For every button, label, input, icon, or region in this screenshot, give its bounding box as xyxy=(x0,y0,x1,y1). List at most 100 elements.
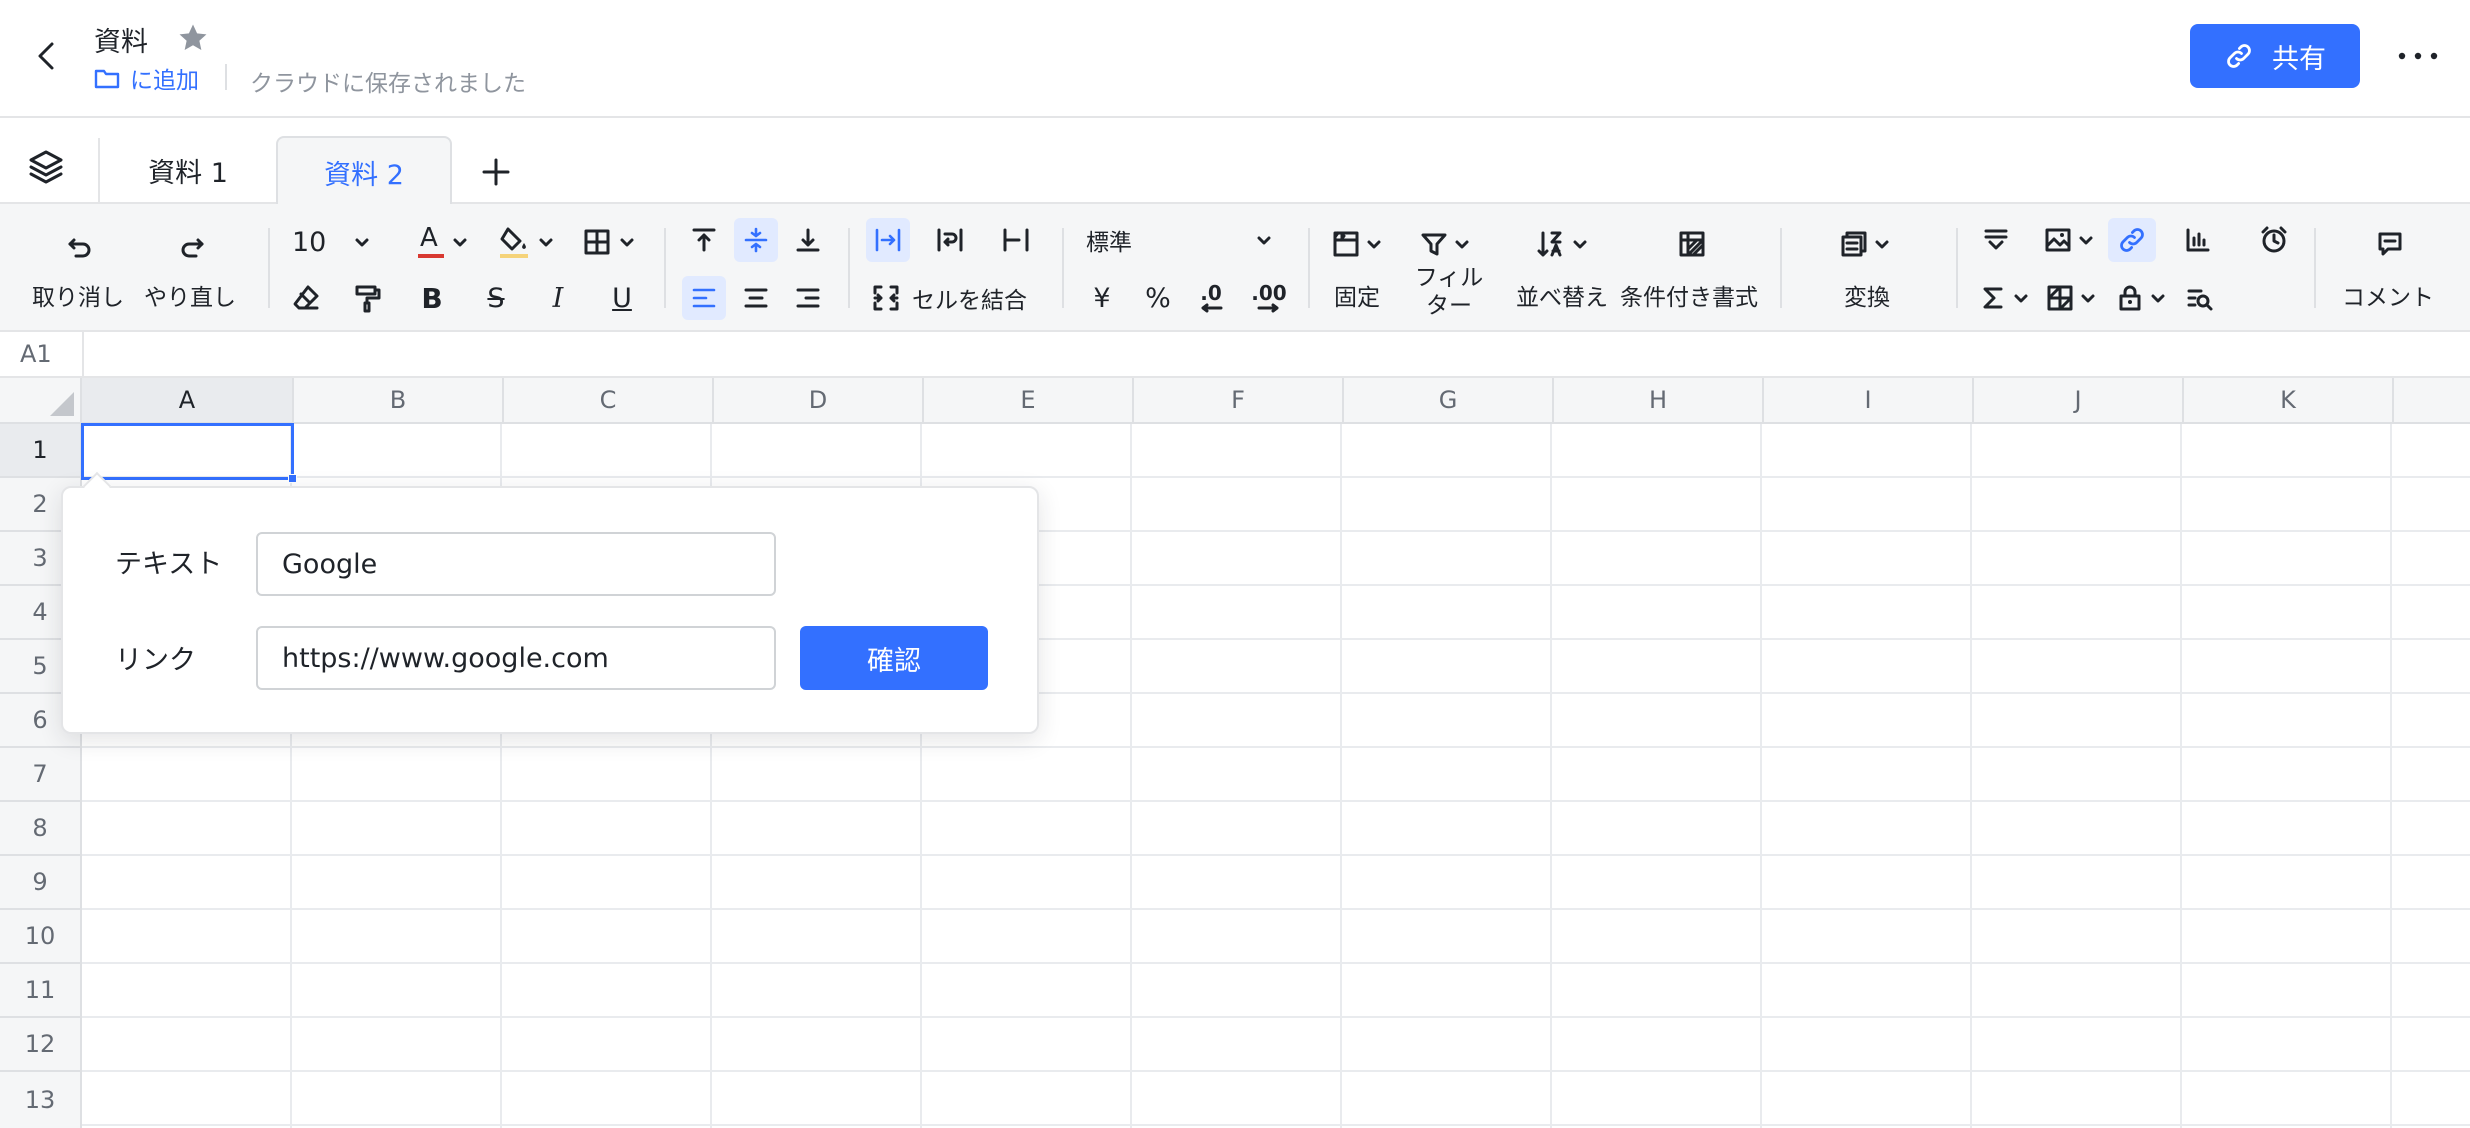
select-all-triangle-icon xyxy=(50,392,74,416)
row-header-10[interactable]: 10 xyxy=(0,910,82,964)
cell-style-button[interactable] xyxy=(2040,276,2104,320)
column-header-i[interactable]: I xyxy=(1764,378,1974,424)
filter-button[interactable] xyxy=(1416,224,1476,264)
column-header-g[interactable]: G xyxy=(1344,378,1554,424)
sort-button[interactable] xyxy=(1530,224,1596,264)
insert-image-button[interactable] xyxy=(2038,218,2102,262)
decimal-decrease-button[interactable]: .0 xyxy=(1188,276,1234,320)
insert-link-icon[interactable] xyxy=(2108,218,2156,262)
select-all-corner[interactable] xyxy=(0,378,82,424)
align-middle-icon[interactable] xyxy=(734,218,778,262)
tab-sheet-1[interactable]: 資料 1 xyxy=(100,136,276,204)
filter-label[interactable]: フィルター xyxy=(1404,264,1494,320)
filter-icon xyxy=(1421,233,1447,256)
eraser-icon[interactable] xyxy=(284,276,328,320)
row-header-9[interactable]: 9 xyxy=(0,856,82,910)
column-header-b[interactable]: B xyxy=(294,378,504,424)
column-header-j[interactable]: J xyxy=(1974,378,2184,424)
underline-button[interactable]: U xyxy=(600,276,644,320)
column-header-a[interactable]: A xyxy=(82,378,294,424)
text-wrap-icon[interactable] xyxy=(928,218,972,262)
cell-reference[interactable]: A1 xyxy=(20,340,52,368)
document-title[interactable]: 資料 xyxy=(94,20,148,59)
row-header-11[interactable]: 11 xyxy=(0,964,82,1018)
comment-label[interactable]: コメント xyxy=(2342,278,2434,312)
tab-sheet-2[interactable]: 資料 2 xyxy=(276,136,452,206)
chevron-down-icon xyxy=(1875,240,1889,249)
currency-button[interactable]: ¥ xyxy=(1080,276,1124,320)
freeze-button[interactable] xyxy=(1328,224,1388,264)
borders-button[interactable] xyxy=(580,220,640,264)
redo-label[interactable]: やり直し xyxy=(144,278,236,312)
align-top-icon[interactable] xyxy=(682,218,726,262)
add-sheet-icon[interactable] xyxy=(476,152,516,192)
row-header-1[interactable]: 1 xyxy=(0,424,82,478)
link-text-input[interactable] xyxy=(256,532,776,596)
align-left-icon[interactable] xyxy=(682,276,726,320)
spreadsheet-app: 資料 に追加 クラウドに保存されました 共有 資料 1 資料 2 取り消し やり… xyxy=(0,0,2470,1128)
more-icon[interactable] xyxy=(2392,34,2444,78)
align-center-icon[interactable] xyxy=(734,276,778,320)
freeze-label[interactable]: 固定 xyxy=(1334,278,1380,312)
column-header-e[interactable]: E xyxy=(924,378,1134,424)
header-bar: 資料 に追加 クラウドに保存されました 共有 xyxy=(0,0,2470,118)
share-button[interactable]: 共有 xyxy=(2190,24,2360,88)
wrap-row-icon[interactable] xyxy=(1974,218,2018,262)
toolbar-divider xyxy=(664,228,666,308)
text-clip-icon[interactable] xyxy=(994,218,1038,262)
row-header-8[interactable]: 8 xyxy=(0,802,82,856)
link-url-input[interactable] xyxy=(256,626,776,690)
align-right-icon[interactable] xyxy=(786,276,830,320)
convert-button[interactable] xyxy=(1836,224,1896,264)
merge-cells-button[interactable]: セルを結合 xyxy=(872,276,1042,320)
protect-range-button[interactable] xyxy=(2110,276,2174,320)
comment-button[interactable] xyxy=(2368,224,2412,264)
insert-chart-icon[interactable] xyxy=(2176,218,2220,262)
chevron-down-icon xyxy=(539,238,553,247)
conditional-format-button[interactable] xyxy=(1672,224,1712,264)
chevron-down-icon xyxy=(1573,240,1587,249)
decimal-decrease-icon: .0 xyxy=(1200,281,1222,305)
star-icon[interactable] xyxy=(176,21,210,55)
strikethrough-button[interactable]: S xyxy=(474,276,518,320)
align-bottom-icon[interactable] xyxy=(786,218,830,262)
sum-function-button[interactable] xyxy=(1974,276,2038,320)
row-header-7[interactable]: 7 xyxy=(0,748,82,802)
folder-link-label: に追加 xyxy=(130,68,199,94)
back-icon[interactable] xyxy=(30,38,66,74)
undo-icon[interactable] xyxy=(60,226,100,266)
font-size-select[interactable]: 10 xyxy=(288,220,398,264)
undo-label[interactable]: 取り消し xyxy=(32,278,124,312)
percent-button[interactable]: % xyxy=(1136,276,1180,320)
format-painter-icon[interactable] xyxy=(346,276,390,320)
number-format-select[interactable]: 標準 xyxy=(1080,218,1280,262)
link-field-label: リンク xyxy=(115,645,196,676)
add-to-folder-link[interactable]: に追加 xyxy=(94,62,199,94)
column-header-k[interactable]: K xyxy=(2184,378,2394,424)
find-replace-icon[interactable] xyxy=(2178,276,2222,320)
text-overflow-icon[interactable] xyxy=(866,218,910,262)
alarm-clock-icon[interactable] xyxy=(2252,218,2296,262)
redo-icon[interactable] xyxy=(172,226,212,266)
row-header-13[interactable]: 13 xyxy=(0,1072,82,1128)
row-header-12[interactable]: 12 xyxy=(0,1018,82,1072)
column-header-f[interactable]: F xyxy=(1134,378,1344,424)
convert-label[interactable]: 変換 xyxy=(1844,278,1890,312)
fill-handle[interactable] xyxy=(288,474,297,483)
sort-label[interactable]: 並べ替え xyxy=(1516,278,1608,312)
decimal-increase-button[interactable]: .00 xyxy=(1244,276,1294,320)
column-header-h[interactable]: H xyxy=(1554,378,1764,424)
layers-icon[interactable] xyxy=(26,148,66,186)
underline-icon: U xyxy=(612,282,632,314)
active-cell-a1[interactable] xyxy=(81,423,294,480)
bold-button[interactable]: B xyxy=(410,276,454,320)
conditional-format-label[interactable]: 条件付き書式 xyxy=(1620,278,1758,312)
conditional-format-icon xyxy=(1679,231,1705,257)
italic-button[interactable]: I xyxy=(536,276,580,320)
fill-color-button[interactable] xyxy=(498,220,558,264)
percent-icon: % xyxy=(1145,282,1171,314)
font-color-button[interactable]: A xyxy=(414,220,474,264)
column-header-d[interactable]: D xyxy=(714,378,924,424)
column-header-c[interactable]: C xyxy=(504,378,714,424)
confirm-button[interactable]: 確認 xyxy=(800,626,988,690)
